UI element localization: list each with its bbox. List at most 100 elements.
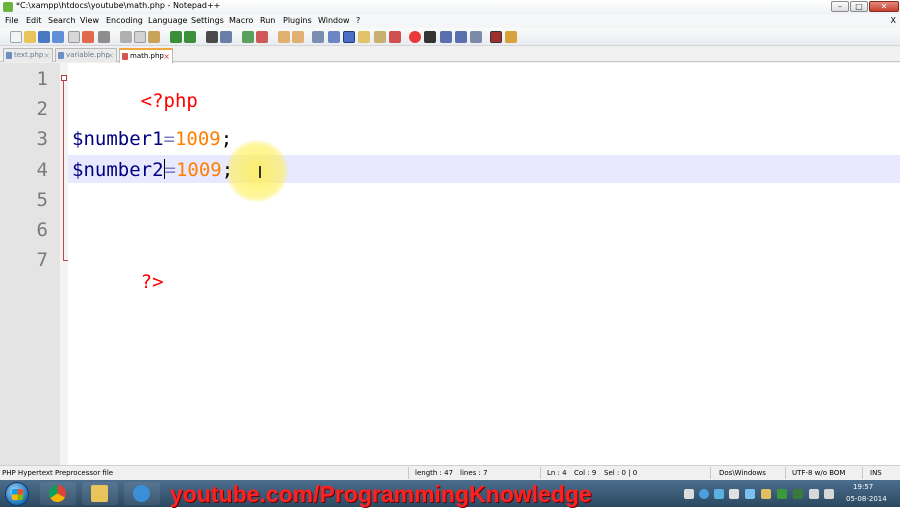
udl-icon[interactable] [358, 31, 370, 43]
tray-icon[interactable] [793, 489, 803, 499]
indent-guide-icon[interactable] [343, 31, 355, 43]
replace-icon[interactable] [220, 31, 232, 43]
tab-close-icon[interactable]: ⨯ [163, 50, 170, 63]
paste-icon[interactable] [148, 31, 160, 43]
tab-variable-php[interactable]: variable.php ⨯ [55, 48, 117, 62]
eol-status: Dos\Windows [719, 469, 766, 477]
tray-icon[interactable] [684, 489, 694, 499]
volume-icon[interactable] [824, 489, 834, 499]
semicolon-token: ; [220, 128, 233, 150]
tab-label: text.php [14, 51, 44, 59]
menu-macro[interactable]: Macro [229, 16, 253, 25]
zoom-in-icon[interactable] [242, 31, 254, 43]
menu-close-doc[interactable]: X [891, 16, 896, 25]
line-number: 1 [36, 68, 48, 90]
taskbar-explorer[interactable] [82, 482, 118, 505]
sync-v-icon[interactable] [278, 31, 290, 43]
cut-icon[interactable] [120, 31, 132, 43]
fold-toggle-icon[interactable] [61, 75, 67, 81]
menu-settings[interactable]: Settings [191, 16, 224, 25]
run-macro-multiple-icon[interactable] [455, 31, 467, 43]
menu-language[interactable]: Language [148, 16, 187, 25]
code-editor[interactable]: 1 2 3 4 5 6 7 <?php $number1=1009; $numb… [0, 63, 900, 465]
play-macro-icon[interactable] [440, 31, 452, 43]
windows-logo-icon [12, 489, 23, 500]
line-number: 6 [36, 219, 48, 241]
zoom-out-icon[interactable] [256, 31, 268, 43]
close-file-icon[interactable] [68, 31, 80, 43]
tab-math-php[interactable]: math.php ⨯ [119, 48, 173, 63]
menu-encoding[interactable]: Encoding [106, 16, 143, 25]
title-bar: *C:\xampp\htdocs\youtube\math.php - Note… [0, 0, 900, 14]
menu-help[interactable]: ? [356, 16, 360, 25]
file-icon [6, 52, 12, 59]
menu-plugins[interactable]: Plugins [283, 16, 312, 25]
menu-search[interactable]: Search [48, 16, 75, 25]
fold-margin [60, 63, 68, 465]
print-icon[interactable] [98, 31, 110, 43]
code-line-7: ?> [72, 249, 164, 315]
chrome-icon [49, 485, 66, 502]
start-button[interactable] [5, 482, 29, 506]
save-icon[interactable] [38, 31, 50, 43]
cursor-highlight [226, 140, 288, 202]
status-divider [540, 467, 541, 479]
network-icon[interactable] [809, 489, 819, 499]
toolbar [0, 28, 900, 46]
clock-time[interactable]: 19:57 [853, 483, 873, 491]
minimize-button[interactable]: – [831, 1, 849, 12]
tray-icon[interactable] [761, 489, 771, 499]
file-type-status: PHP Hypertext Preprocessor file [2, 469, 114, 477]
menu-view[interactable]: View [80, 16, 99, 25]
show-all-chars-icon[interactable] [328, 31, 340, 43]
php-close-tag: ?> [140, 271, 164, 293]
menu-run[interactable]: Run [260, 16, 275, 25]
maximize-button[interactable]: □ [850, 1, 868, 12]
taskbar-chrome[interactable] [40, 482, 76, 505]
tray-icon[interactable] [729, 489, 739, 499]
stop-macro-icon[interactable] [424, 31, 436, 43]
function-list-icon[interactable] [389, 31, 401, 43]
insert-mode-status: INS [870, 469, 882, 477]
taskbar-ie[interactable] [124, 482, 160, 505]
copy-icon[interactable] [134, 31, 146, 43]
status-divider [710, 467, 711, 479]
tab-close-icon[interactable]: ⨯ [43, 49, 50, 62]
channel-watermark: youtube.com/ProgrammingKnowledge [170, 481, 592, 507]
menu-edit[interactable]: Edit [26, 16, 42, 25]
number-token: 1009 [175, 159, 222, 181]
save-all-icon[interactable] [52, 31, 64, 43]
record-macro-icon[interactable] [409, 31, 421, 43]
tray-icon[interactable] [714, 489, 724, 499]
tab-text-php[interactable]: text.php ⨯ [3, 48, 53, 62]
column-status: Col : 9 [574, 469, 597, 477]
open-file-icon[interactable] [24, 31, 36, 43]
plugin-icon[interactable] [505, 31, 517, 43]
sync-h-icon[interactable] [292, 31, 304, 43]
tray-icon[interactable] [777, 489, 787, 499]
save-macro-icon[interactable] [470, 31, 482, 43]
tray-icon[interactable] [699, 489, 709, 499]
redo-icon[interactable] [184, 31, 196, 43]
number-token: 1009 [174, 128, 221, 150]
line-status: Ln : 4 [547, 469, 567, 477]
tab-close-icon[interactable]: ⨯ [107, 49, 114, 62]
clock-date[interactable]: 05-08-2014 [846, 495, 887, 503]
fold-end [63, 260, 68, 261]
word-wrap-icon[interactable] [312, 31, 324, 43]
line-number: 7 [36, 249, 48, 271]
tray-icon[interactable] [745, 489, 755, 499]
menu-window[interactable]: Window [318, 16, 350, 25]
doc-map-icon[interactable] [374, 31, 386, 43]
close-all-icon[interactable] [82, 31, 94, 43]
spellcheck-icon[interactable] [490, 31, 502, 43]
menu-file[interactable]: File [5, 16, 18, 25]
line-number: 3 [36, 128, 48, 150]
find-icon[interactable] [206, 31, 218, 43]
line-number: 2 [36, 98, 48, 120]
undo-icon[interactable] [170, 31, 182, 43]
line-number: 5 [36, 189, 48, 211]
close-button[interactable]: ✕ [869, 1, 899, 12]
new-file-icon[interactable] [10, 31, 22, 43]
notepadpp-window: *C:\xampp\htdocs\youtube\math.php - Note… [0, 0, 900, 507]
